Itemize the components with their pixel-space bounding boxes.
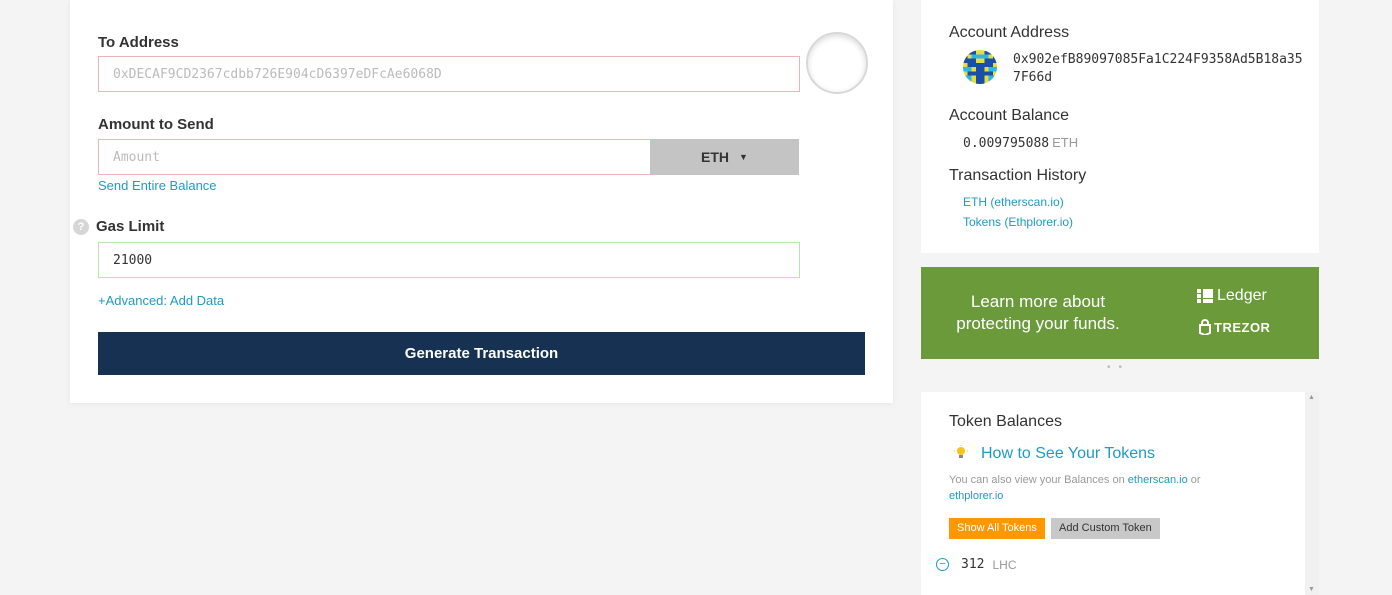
show-all-tokens-button[interactable]: Show All Tokens — [949, 518, 1045, 539]
account-balance-value: 0.009795088 — [963, 136, 1050, 151]
send-entire-balance-link[interactable]: Send Entire Balance — [98, 178, 217, 193]
generate-transaction-button[interactable]: Generate Transaction — [98, 332, 865, 375]
tokens-info-or: or — [1190, 474, 1201, 486]
history-link-etherscan[interactable]: ETH (etherscan.io) — [963, 195, 1064, 209]
advanced-add-data-link[interactable]: +Advanced: Add Data — [98, 293, 224, 308]
ethplorer-link[interactable]: ethplorer.io — [949, 490, 1003, 502]
add-custom-token-button[interactable]: Add Custom Token — [1051, 518, 1160, 539]
unit-dropdown[interactable]: ETH ▼ — [650, 139, 799, 175]
trezor-logo: TREZOR — [1199, 319, 1270, 335]
how-to-see-tokens-link[interactable]: How to See Your Tokens — [981, 445, 1155, 463]
account-balance: 0.009795088 ETH — [963, 135, 1078, 151]
scroll-down-icon[interactable]: ▼ — [1308, 586, 1315, 593]
scroll-up-icon[interactable]: ▲ — [1308, 394, 1315, 401]
send-panel: To Address Amount to Send ETH ▼ Send Ent… — [70, 0, 893, 403]
unit-selected: ETH — [701, 149, 730, 165]
history-link-ethplorer[interactable]: Tokens (Ethplorer.io) — [963, 215, 1073, 229]
carousel-dots[interactable]: •• — [1107, 362, 1130, 373]
transaction-history-title: Transaction History — [949, 167, 1087, 184]
ledger-label: Ledger — [1217, 287, 1267, 304]
trezor-label: TREZOR — [1214, 319, 1271, 335]
remove-circle-icon[interactable]: − — [936, 558, 949, 571]
chevron-down-icon: ▼ — [739, 152, 748, 162]
help-icon[interactable]: ? — [73, 219, 89, 235]
account-identicon — [963, 50, 997, 84]
account-info-card: Account Address 0x902efB89097085Fa1C224F… — [921, 0, 1319, 253]
recipient-identicon — [806, 32, 868, 94]
token-symbol: LHC — [992, 557, 1017, 572]
ledger-logo-icon — [1197, 289, 1213, 303]
gas-limit-input[interactable] — [98, 242, 800, 278]
account-balance-title: Account Balance — [949, 107, 1070, 124]
amount-label: Amount to Send — [98, 116, 214, 133]
ledger-logo: Ledger — [1197, 287, 1267, 305]
to-address-input[interactable] — [98, 56, 800, 92]
bulb-icon — [954, 445, 968, 465]
tokens-info-text: You can also view your Balances on ether… — [949, 472, 1249, 504]
to-address-label: To Address — [98, 34, 179, 51]
token-amount: 312 — [961, 557, 985, 572]
account-address-title: Account Address — [949, 24, 1070, 41]
tokens-scrollbar[interactable]: ▲ ▼ — [1305, 392, 1319, 595]
promo-text: Learn more about protecting your funds. — [956, 292, 1120, 333]
token-balances-card: Token Balances How to See Your Tokens Yo… — [921, 392, 1305, 595]
trezor-lock-icon — [1199, 319, 1211, 335]
token-row: − 312 LHC — [936, 557, 1017, 572]
tokens-info-prefix: You can also view your Balances on — [949, 474, 1125, 486]
hardware-wallet-promo[interactable]: Learn more about protecting your funds. … — [921, 267, 1319, 359]
gas-limit-label: Gas Limit — [96, 218, 165, 235]
etherscan-link[interactable]: etherscan.io — [1128, 474, 1188, 486]
token-balances-title: Token Balances — [949, 413, 1062, 430]
account-address-value: 0x902efB89097085Fa1C224F9358Ad5B18a357F6… — [1013, 52, 1303, 85]
amount-input[interactable] — [98, 139, 651, 175]
account-balance-unit: ETH — [1052, 135, 1079, 150]
